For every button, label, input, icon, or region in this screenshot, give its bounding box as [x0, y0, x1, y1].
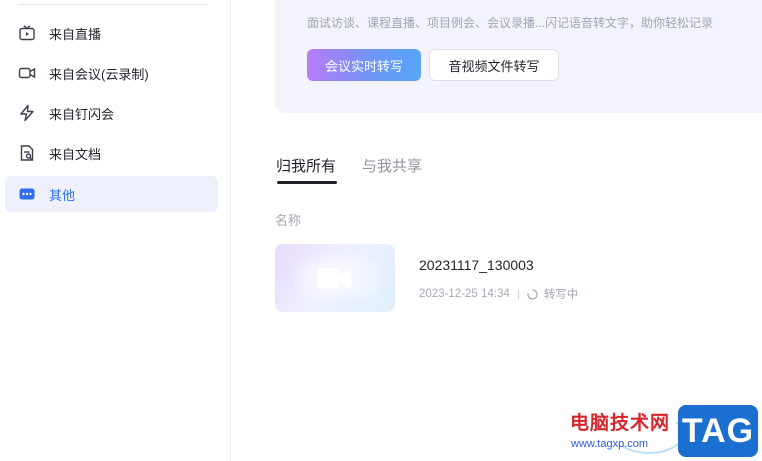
- loading-spinner-icon: [527, 288, 538, 300]
- sidebar: 来自直播 来自会议(云录制) 来自钉闪会 来自文档 其他: [0, 0, 231, 461]
- sidebar-item-label: 来自会议(云录制): [49, 66, 149, 82]
- sidebar-item-label: 来自钉闪会: [49, 106, 115, 122]
- banner-description: 面试访谈、课程直播、项目例会、会议录播...闪记语音转文字，助你轻松记录: [307, 16, 714, 30]
- file-meta: 2023-12-25 14:34 转写中: [419, 286, 578, 302]
- active-tab-indicator: [277, 181, 337, 184]
- tab-shared-with-me[interactable]: 与我共享: [362, 155, 422, 176]
- tv-icon: [17, 23, 37, 43]
- video-camera-icon: [17, 63, 37, 83]
- file-thumbnail: [275, 244, 395, 312]
- watermark-tag-logo: TAG: [678, 405, 758, 457]
- status-badge: 转写中: [543, 289, 579, 301]
- live-meeting-transcribe-button[interactable]: 会议实时转写: [307, 49, 421, 81]
- meta-separator: [517, 289, 519, 299]
- sidebar-item-label: 来自文档: [49, 146, 102, 162]
- column-header-name: 名称: [275, 213, 302, 228]
- sidebar-item-meeting-cloud-recording[interactable]: 来自会议(云录制): [5, 55, 218, 91]
- sidebar-item-live[interactable]: 来自直播: [5, 15, 218, 51]
- document-icon: [17, 143, 37, 163]
- sidebar-divider: [18, 4, 207, 5]
- video-camera-icon: [317, 266, 353, 295]
- list-item[interactable]: 20231117_130003 2023-12-25 14:34 转写中: [275, 244, 735, 312]
- sidebar-item-other[interactable]: 其他: [5, 176, 218, 212]
- tab-mine[interactable]: 归我所有: [276, 155, 336, 176]
- sidebar-item-flash-meeting[interactable]: 来自钉闪会: [5, 95, 218, 131]
- av-file-transcribe-button[interactable]: 音视频文件转写: [429, 49, 559, 81]
- watermark-text: 电脑技术网: [570, 413, 671, 434]
- sidebar-item-label: 来自直播: [49, 26, 102, 42]
- file-date: 2023-12-25 14:34: [419, 288, 510, 300]
- flash-meeting-icon: [17, 103, 37, 123]
- sidebar-item-label: 其他: [49, 187, 76, 203]
- file-name: 20231117_130003: [419, 257, 534, 273]
- sidebar-item-document[interactable]: 来自文档: [5, 135, 218, 171]
- more-dots-icon: [17, 184, 37, 204]
- watermark-url: www.tagxp.com: [571, 438, 649, 450]
